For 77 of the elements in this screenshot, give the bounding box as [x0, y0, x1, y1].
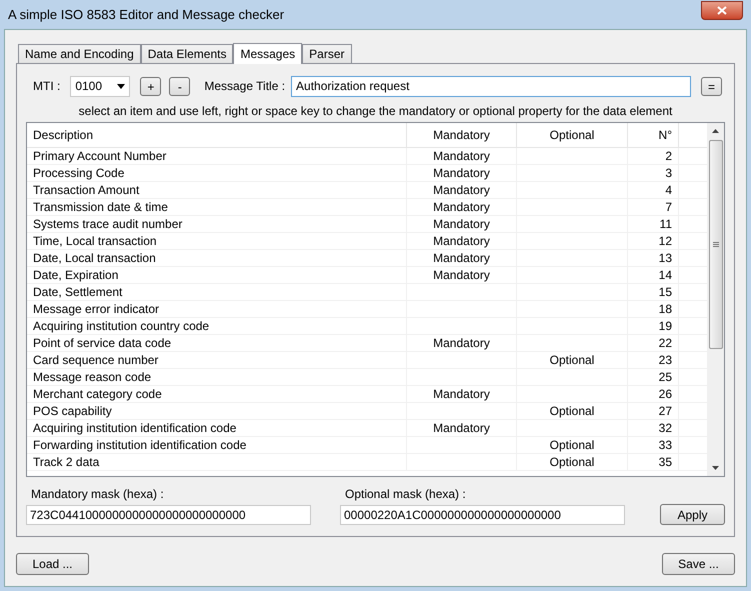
table-cell: 32: [658, 421, 672, 435]
table-cell: Transaction Amount: [33, 183, 140, 197]
table-cell: Date, Expiration: [33, 268, 118, 282]
optional-mask-field[interactable]: 00000220A1C000000000000000000000: [340, 505, 625, 525]
table-cell: 3: [665, 166, 672, 180]
table-cell: 14: [658, 268, 672, 282]
window-title: A simple ISO 8583 Editor and Message checker: [8, 6, 284, 24]
column-header[interactable]: Mandatory: [407, 123, 517, 148]
table-cell: Mandatory: [433, 200, 490, 214]
table-cell: Optional: [550, 455, 594, 469]
table-cell: 7: [665, 200, 672, 214]
table-cell: 15: [658, 285, 672, 299]
table-cell: Optional: [550, 404, 594, 418]
table-cell: Point of service data code: [33, 336, 172, 350]
tab[interactable]: Messages: [233, 43, 302, 64]
table-cell: 4: [665, 183, 672, 197]
equals-button[interactable]: =: [701, 76, 722, 96]
table-cell: Track 2 data: [33, 455, 100, 469]
table-cell: Date, Local transaction: [33, 251, 156, 265]
optional-mask-label: Optional mask (hexa) :: [344, 486, 467, 501]
table-cell: Time, Local transaction: [33, 234, 157, 248]
table-cell: Message error indicator: [33, 302, 160, 316]
table-cell: Mandatory: [433, 217, 490, 231]
table-cell: Card sequence number: [33, 353, 158, 367]
table-cell: 13: [658, 251, 672, 265]
table-cell: 26: [658, 387, 672, 401]
table-cell: 35: [658, 455, 672, 469]
table-cell: Mandatory: [433, 234, 490, 248]
table-cell: Forwarding institution identification code: [33, 438, 246, 452]
table-cell: Acquiring institution identification code: [33, 421, 236, 435]
table-cell: Mandatory: [433, 149, 490, 163]
table-cell: Merchant category code: [33, 387, 162, 401]
column-header[interactable]: Optional: [517, 123, 628, 148]
table-cell: Processing Code: [33, 166, 124, 180]
table-cell: Message reason code: [33, 370, 152, 384]
message-title-label: Message Title :: [204, 78, 286, 95]
table-cell: 2: [665, 149, 672, 163]
mandatory-mask-label: Mandatory mask (hexa) :: [30, 486, 165, 501]
tab[interactable]: Name and Encoding: [18, 44, 141, 63]
table-cell: Date, Settlement: [33, 285, 122, 299]
table-cell: Acquiring institution country code: [33, 319, 210, 333]
table-cell: Optional: [550, 438, 594, 452]
table-cell: Mandatory: [433, 421, 490, 435]
table-cell: POS capability: [33, 404, 112, 418]
table-cell: Mandatory: [433, 336, 490, 350]
tab[interactable]: Data Elements: [140, 44, 234, 63]
mti-dropdown[interactable]: 0100: [70, 76, 130, 96]
table-cell: 25: [658, 370, 672, 384]
table-cell: Mandatory: [433, 166, 490, 180]
table-cell: Mandatory: [433, 268, 490, 282]
table-cell: 11: [660, 217, 672, 231]
save-button[interactable]: Save ...: [662, 553, 735, 575]
table-cell: 23: [658, 353, 672, 367]
remove-button[interactable]: -: [169, 76, 190, 96]
message-title-field[interactable]: Authorization request: [291, 76, 692, 96]
table-cell: 18: [658, 302, 672, 316]
apply-button[interactable]: Apply: [660, 504, 725, 525]
table-cell: 22: [658, 336, 672, 350]
load-button[interactable]: Load ...: [16, 553, 89, 575]
table-cell: Mandatory: [433, 183, 490, 197]
table-cell: Transmission date & time: [33, 200, 168, 214]
table-cell: 33: [658, 438, 672, 452]
column-header[interactable]: N°: [628, 123, 679, 148]
column-header[interactable]: Description: [27, 123, 407, 148]
hint-text: select an item and use left, right or space key to change the mandatory or optional property for the data element: [78, 104, 674, 119]
table-cell: 12: [658, 234, 672, 248]
table-cell: Mandatory: [433, 251, 490, 265]
table-cell: 27: [658, 404, 672, 418]
tab[interactable]: Parser: [302, 44, 352, 63]
table-cell: Primary Account Number: [33, 149, 166, 163]
table-cell: 19: [658, 319, 672, 333]
table-cell: Optional: [550, 353, 594, 367]
table-cell: Systems trace audit number: [33, 217, 182, 231]
mandatory-mask-field[interactable]: 723C0441000000000000000000000000: [26, 505, 311, 525]
table-cell: Mandatory: [433, 387, 490, 401]
add-button[interactable]: +: [140, 76, 162, 96]
mti-label: MTI :: [33, 78, 60, 95]
